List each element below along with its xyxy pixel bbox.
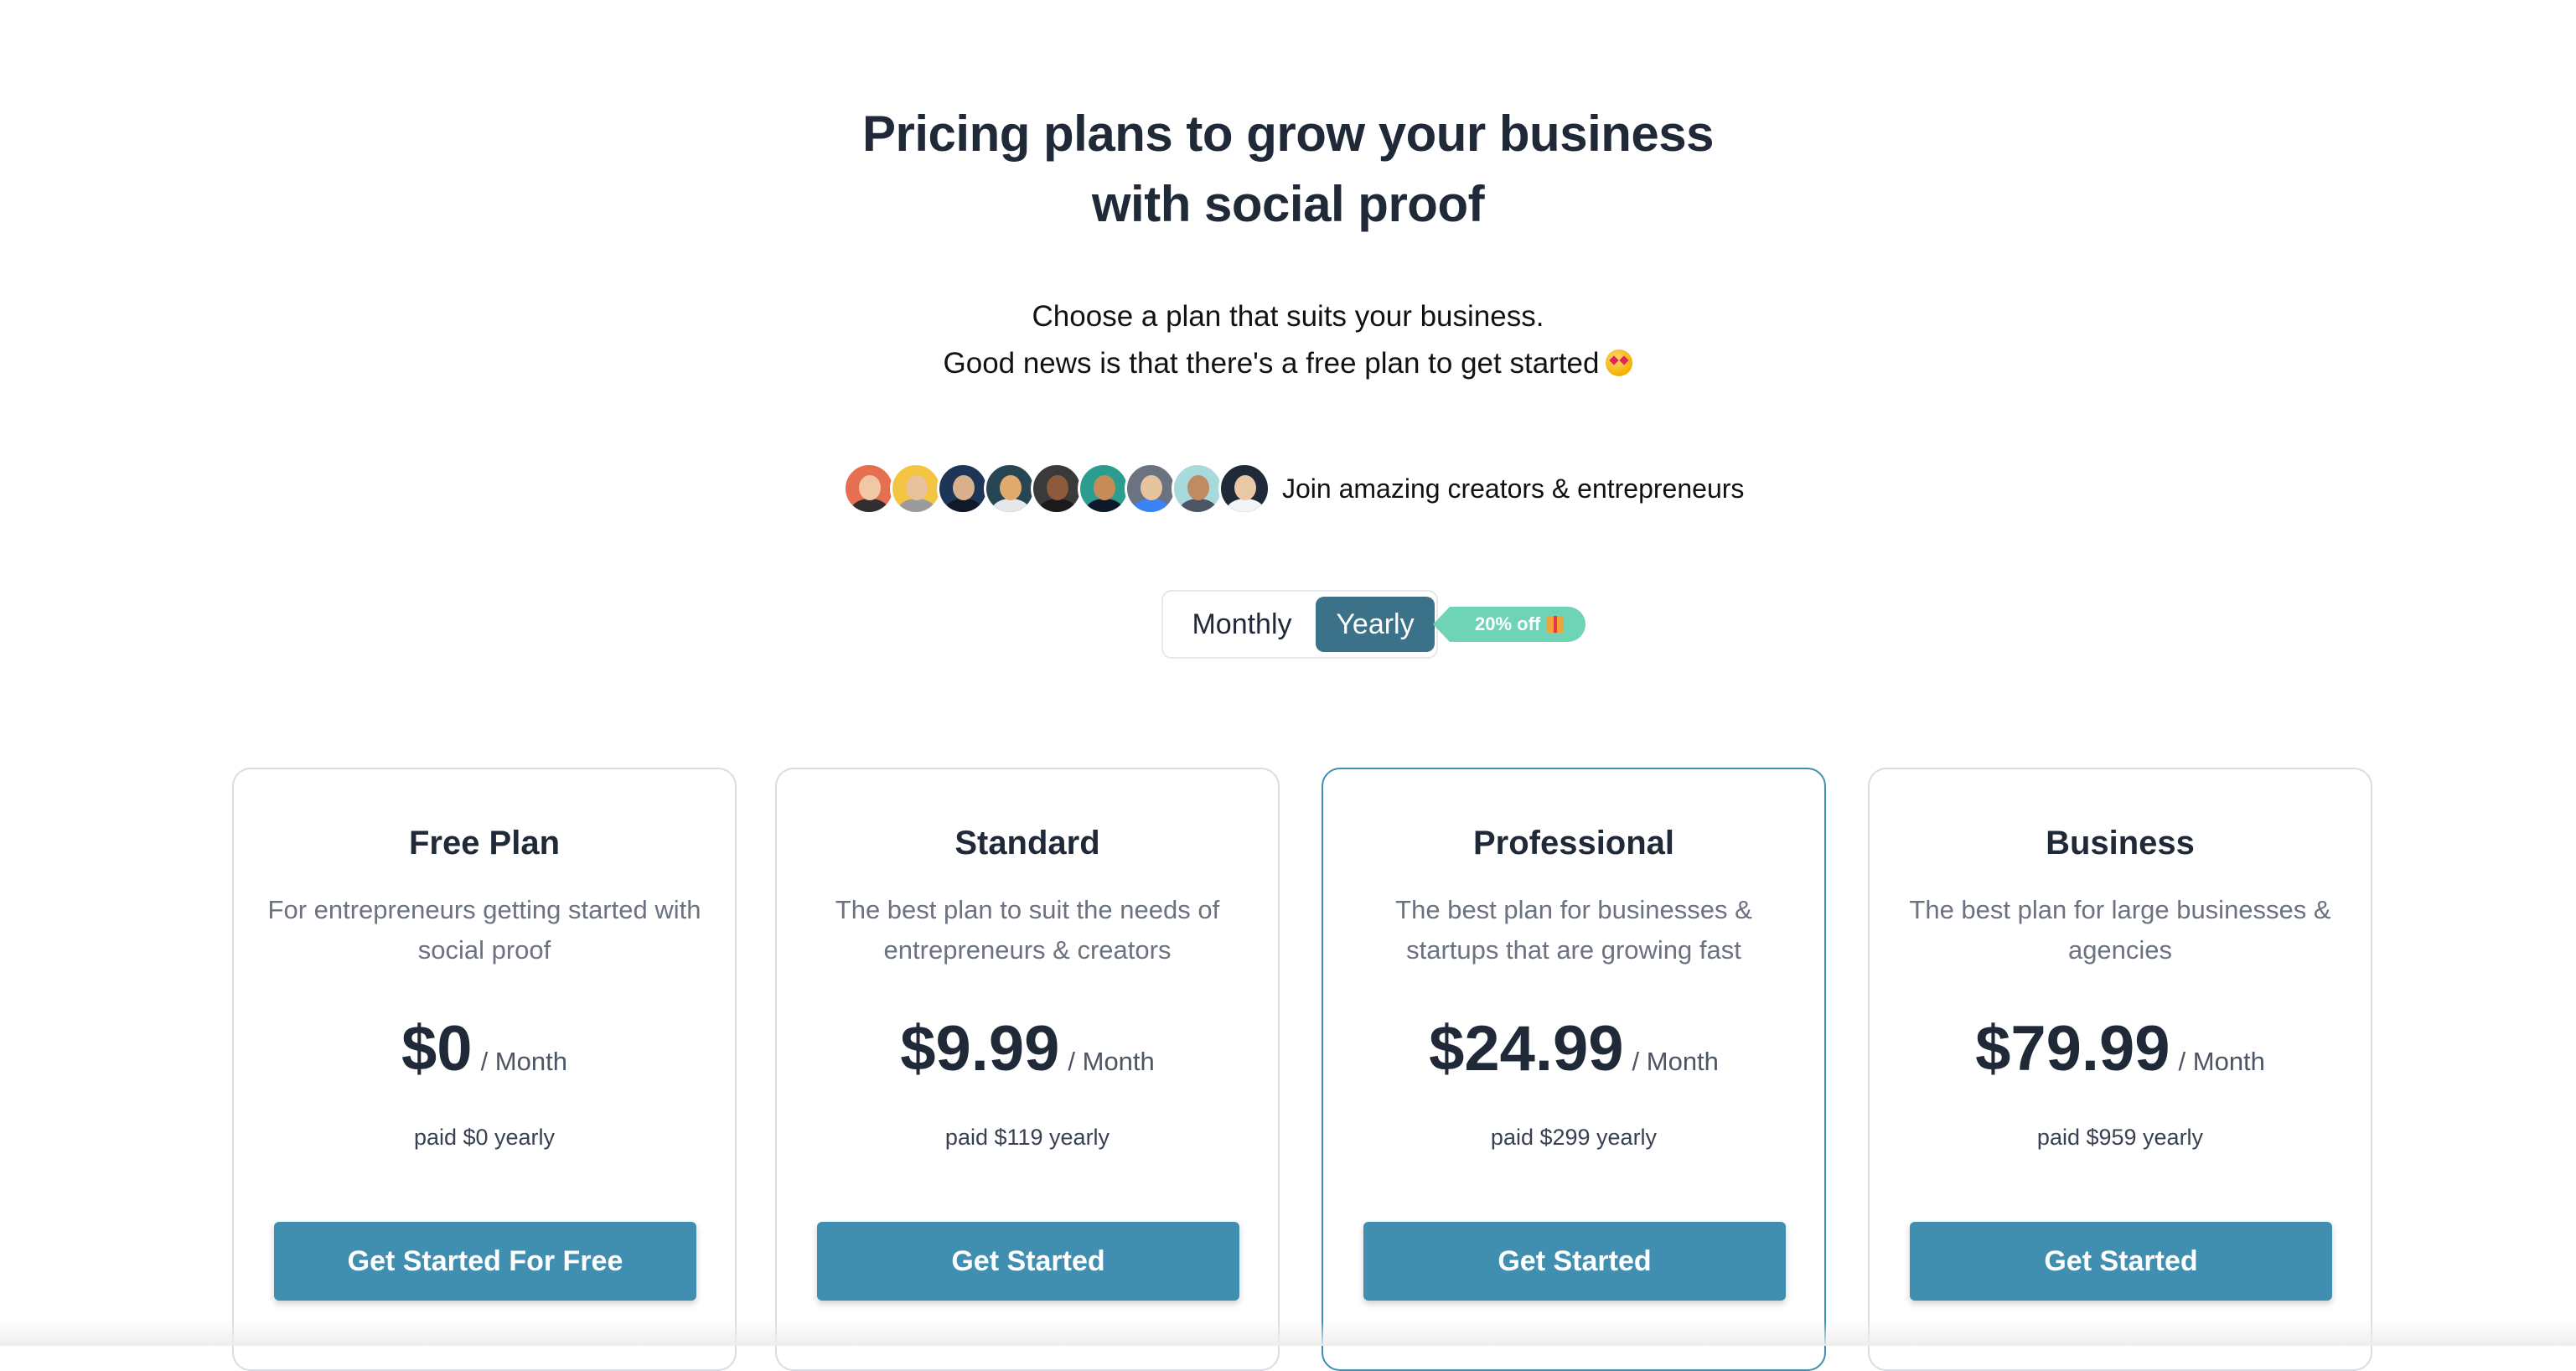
plan-card-professional: Professional The best plan for businesse… [1322, 768, 1826, 1371]
subtitle-line-2: Good news is that there's a free plan to… [0, 340, 2576, 387]
star-struck-emoji-icon [1606, 349, 1633, 376]
avatar-face [953, 475, 975, 500]
plan-price: $0 [401, 1013, 473, 1084]
avatar-body [1226, 499, 1265, 512]
plan-title: Standard [954, 825, 1100, 861]
plan-card-standard: Standard The best plan to suit the needs… [775, 768, 1280, 1371]
page-subtitle: Choose a plan that suits your business. … [0, 293, 2576, 387]
get-started-professional-button[interactable]: Get Started [1363, 1222, 1786, 1301]
avatar-body [1038, 499, 1077, 512]
avatar-body [1132, 499, 1171, 512]
discount-badge: 20% off [1432, 607, 1586, 642]
social-proof-text: Join amazing creators & entrepreneurs [1282, 473, 1745, 504]
discount-badge-text: 20% off [1475, 613, 1541, 634]
avatar-body [1085, 499, 1124, 512]
avatar-2 [890, 463, 942, 515]
plan-description: The best plan to suit the needs of entre… [835, 895, 1220, 965]
plan-price-row: $0/ Month [234, 1012, 735, 1085]
plan-title: Free Plan [408, 825, 561, 861]
page-title-line-2: with social proof [1091, 176, 1485, 232]
avatar-body [944, 499, 983, 512]
plan-price-row: $9.99 / Month [777, 1012, 1278, 1085]
yearly-toggle-button[interactable]: Yearly [1316, 597, 1435, 652]
avatar-face [859, 475, 881, 500]
plan-period: / Month [1068, 1047, 1155, 1076]
plan-title: Professional [1472, 825, 1675, 861]
avatar-3 [937, 463, 989, 515]
avatar-4 [984, 463, 1036, 515]
avatar-face [1047, 475, 1068, 500]
plan-description: The best plan for large businesses & age… [1909, 895, 2331, 965]
gift-icon [1547, 616, 1565, 633]
plan-price-row: $24.99 / Month [1323, 1012, 1824, 1085]
get-started-business-button[interactable]: Get Started [1910, 1222, 2332, 1301]
billing-toggle: Monthly Yearly [1161, 590, 1438, 659]
avatar-body [851, 499, 889, 512]
avatar-8 [1172, 463, 1223, 515]
avatar-face [1000, 475, 1022, 500]
plan-price: $9.99 [900, 1013, 1060, 1084]
get-started-free-button[interactable]: Get Started For Free [274, 1222, 696, 1301]
plan-card-free: Free Plan For entrepreneurs getting star… [232, 768, 737, 1371]
monthly-toggle-button[interactable]: Monthly [1170, 597, 1314, 652]
page-title: Pricing plans to grow your business with… [0, 99, 2576, 240]
plan-paid-yearly: paid $119 yearly [944, 1125, 1110, 1150]
avatar-face [1141, 475, 1162, 500]
avatar-face [1094, 475, 1115, 500]
plan-price: $24.99 [1429, 1013, 1624, 1084]
plan-title: Business [2046, 825, 2195, 861]
avatar-face [906, 475, 928, 500]
avatar-9 [1218, 463, 1270, 515]
plan-description: The best plan for businesses & startups … [1395, 895, 1752, 965]
get-started-standard-button[interactable]: Get Started [817, 1222, 1239, 1301]
plan-period: / Month [1632, 1047, 1719, 1076]
avatar-6 [1078, 463, 1130, 515]
page-title-line-1: Pricing plans to grow your business [861, 106, 1715, 162]
plan-period: / Month [2178, 1047, 2265, 1076]
avatar-body [1179, 499, 1218, 512]
avatar-face [1234, 475, 1256, 500]
plan-paid-yearly: paid $0 yearly [413, 1125, 556, 1150]
avatar-face [1187, 475, 1209, 500]
avatar-1 [843, 463, 895, 515]
avatar-5 [1031, 463, 1083, 515]
pricing-page: Pricing plans to grow your business with… [0, 0, 2576, 1371]
plan-paid-yearly: paid $959 yearly [2036, 1125, 2204, 1150]
plan-price-row: $79.99 / Month [1870, 1012, 2371, 1085]
subtitle-line-1: Choose a plan that suits your business. [1032, 300, 1544, 333]
plan-price: $79.99 [1975, 1013, 2170, 1084]
plan-description: For entrepreneurs getting started with s… [267, 895, 701, 965]
social-proof: Join amazing creators & entrepreneurs [843, 461, 1744, 516]
avatar-body [991, 499, 1030, 512]
avatar-body [897, 499, 936, 512]
subtitle-line-2-text: Good news is that there's a free plan to… [943, 347, 1600, 380]
avatar-7 [1125, 463, 1177, 515]
bottom-fade [0, 1321, 2576, 1346]
plan-paid-yearly: paid $299 yearly [1490, 1125, 1658, 1150]
plan-period: / Month [480, 1047, 567, 1076]
plan-card-business: Business The best plan for large busines… [1868, 768, 2372, 1371]
avatar-group [843, 463, 1270, 515]
